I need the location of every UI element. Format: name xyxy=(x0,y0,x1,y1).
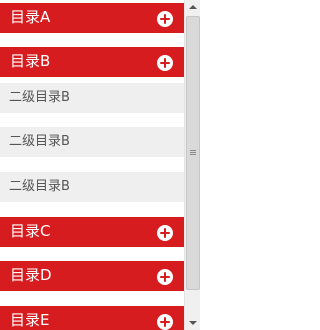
menu-header-e[interactable]: 目录E xyxy=(0,306,184,330)
submenu-item[interactable]: 二级目录B xyxy=(0,172,184,202)
vertical-scrollbar[interactable] xyxy=(184,0,200,330)
submenu-item-label: 二级目录B xyxy=(9,179,70,194)
scroll-down-arrow-icon[interactable] xyxy=(189,321,197,325)
plus-circle-icon[interactable] xyxy=(157,11,173,27)
menu-header-label: 目录D xyxy=(10,266,52,284)
menu-header-label: 目录A xyxy=(10,8,51,26)
submenu-item[interactable]: 二级目录B xyxy=(0,127,184,157)
plus-circle-icon[interactable] xyxy=(157,225,173,241)
submenu-item[interactable]: 二级目录B xyxy=(0,83,184,113)
scroll-thumb-grip-icon xyxy=(190,150,196,155)
scroll-up-arrow-icon[interactable] xyxy=(189,5,197,9)
menu-header-label: 目录E xyxy=(10,311,50,329)
menu-header-c[interactable]: 目录C xyxy=(0,217,184,247)
plus-circle-icon[interactable] xyxy=(157,314,173,330)
menu-header-a[interactable]: 目录A xyxy=(0,3,184,33)
menu-header-label: 目录B xyxy=(10,52,51,70)
submenu-item-label: 二级目录B xyxy=(9,90,70,105)
menu-header-b[interactable]: 目录B xyxy=(0,47,184,77)
submenu-item-label: 二级目录B xyxy=(9,134,70,149)
menu-header-label: 目录C xyxy=(10,222,51,240)
plus-circle-icon[interactable] xyxy=(157,55,173,71)
plus-circle-icon[interactable] xyxy=(157,269,173,285)
menu-header-d[interactable]: 目录D xyxy=(0,261,184,291)
accordion-viewport: 目录A 目录B 二级目录B 二级目录B 二级目录B 目录C 目录D 目录E xyxy=(0,0,200,330)
scrollbar-thumb[interactable] xyxy=(186,16,200,290)
